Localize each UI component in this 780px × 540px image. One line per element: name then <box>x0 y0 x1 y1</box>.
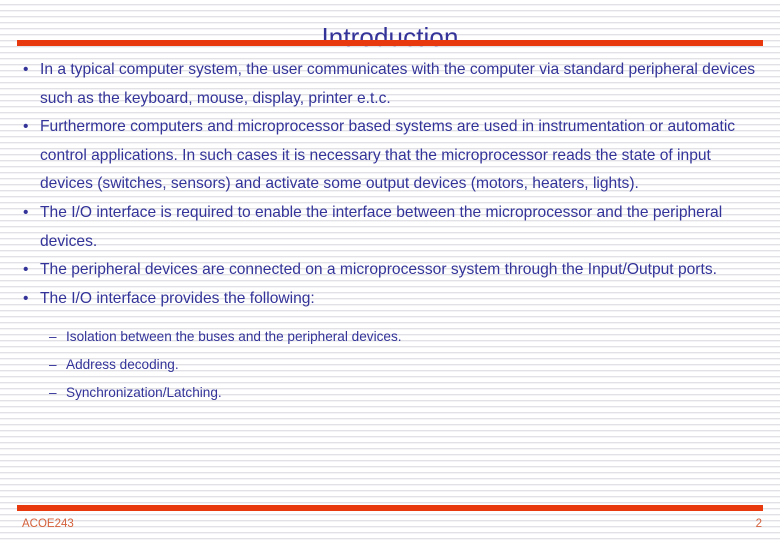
page-title: Introduction <box>321 22 459 53</box>
sub-list-item-text: Address decoding. <box>66 357 179 373</box>
footer-course-code: ACOE243 <box>22 518 74 530</box>
list-item-text: The I/O interface is required to enable … <box>40 203 723 250</box>
list-item: • The I/O interface provides the followi… <box>0 285 780 314</box>
slide-footer: ACOE243 2 <box>0 516 780 536</box>
bullet-marker-icon: • <box>23 61 29 78</box>
page-number: 2 <box>755 518 762 530</box>
list-item: • Furthermore computers and microprocess… <box>0 113 780 199</box>
list-item-text: In a typical computer system, the user c… <box>40 61 756 107</box>
sub-list-item: – Synchronization/Latching. <box>0 379 780 407</box>
dash-marker-icon: – <box>49 385 57 401</box>
slide-body: • In a typical computer system, the user… <box>0 56 780 407</box>
sub-list: – Isolation between the buses and the pe… <box>0 323 780 407</box>
list-item: • The peripheral devices are connected o… <box>0 256 780 285</box>
list-item-text: The I/O interface provides the following… <box>40 289 315 307</box>
bullet-marker-icon: • <box>23 118 29 136</box>
dash-marker-icon: – <box>49 357 57 373</box>
sub-list-item-text: Synchronization/Latching. <box>66 385 222 401</box>
dash-marker-icon: – <box>49 329 57 345</box>
list-item: • The I/O interface is required to enabl… <box>0 199 780 256</box>
list-item: • In a typical computer system, the user… <box>0 56 780 113</box>
bullet-marker-icon: • <box>23 261 29 279</box>
bullet-marker-icon: • <box>23 203 29 221</box>
sub-list-item: – Isolation between the buses and the pe… <box>0 323 780 351</box>
sub-list-item: – Address decoding. <box>0 351 780 379</box>
title-divider-rule <box>17 40 763 46</box>
bullet-marker-icon: • <box>23 289 29 307</box>
list-item-text: The peripheral devices are connected on … <box>40 261 717 279</box>
sub-list-item-text: Isolation between the buses and the peri… <box>66 329 402 345</box>
list-item-text: Furthermore computers and microprocessor… <box>40 118 736 193</box>
footer-divider-rule <box>17 505 763 511</box>
slide-canvas: Introduction • In a typical computer sys… <box>0 0 780 540</box>
